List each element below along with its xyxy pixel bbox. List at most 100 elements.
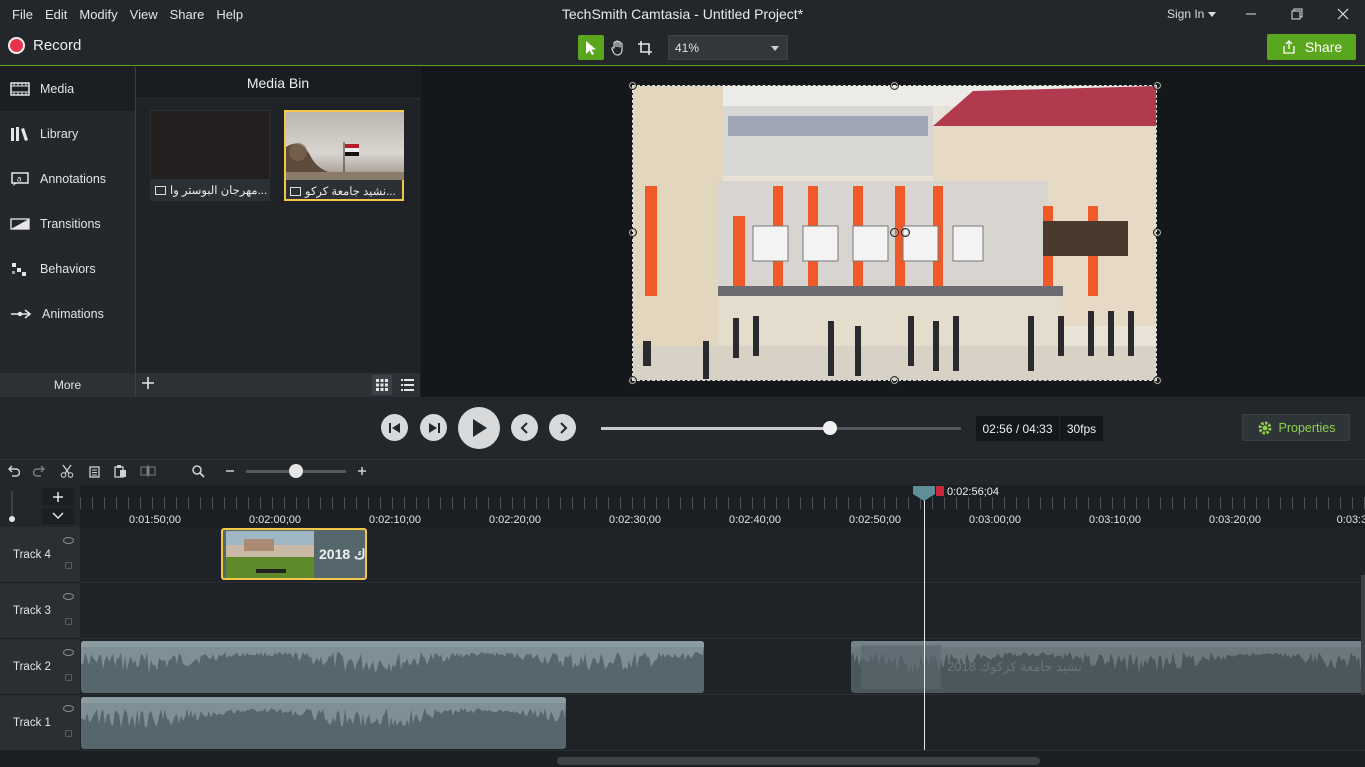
- track-height-slider[interactable]: [9, 491, 15, 523]
- plus-icon: [53, 492, 63, 502]
- sidebar-item-library[interactable]: Library: [0, 112, 135, 156]
- resize-handle[interactable]: [628, 376, 637, 385]
- select-tool-button[interactable]: [578, 35, 604, 60]
- resize-handle[interactable]: [628, 228, 637, 237]
- add-track-button[interactable]: [42, 488, 74, 506]
- add-media-button[interactable]: [138, 374, 158, 396]
- sidebar-item-transitions[interactable]: Transitions: [0, 202, 135, 246]
- playback-scrubber-handle[interactable]: [823, 421, 837, 435]
- resize-handle[interactable]: [1153, 228, 1162, 237]
- media-caption-text: مهرجان البوستر وا...: [170, 185, 268, 197]
- video-clip-track4[interactable]: 2018 ك: [221, 528, 367, 580]
- menu-edit[interactable]: Edit: [39, 7, 73, 22]
- paste-button[interactable]: [111, 462, 129, 480]
- ruler-tick-label: 0:03:10;00: [1089, 514, 1141, 526]
- zoom-out-button[interactable]: [221, 462, 239, 480]
- plus-icon: [358, 467, 366, 475]
- menu-file[interactable]: File: [6, 7, 39, 22]
- sidebar-item-annotations[interactable]: a Annotations: [0, 157, 135, 201]
- track-options-button[interactable]: [42, 508, 74, 524]
- step-forward-button[interactable]: [420, 414, 447, 441]
- play-button[interactable]: [458, 407, 500, 449]
- timeline-zoom-handle[interactable]: [289, 464, 303, 478]
- menu-modify[interactable]: Modify: [73, 7, 123, 22]
- timeline-vertical-scrollbar[interactable]: [1361, 575, 1365, 695]
- pan-tool-button[interactable]: [605, 35, 631, 60]
- media-item-selected[interactable]: نشيد جامعة كركو...: [284, 110, 404, 201]
- eye-icon[interactable]: [63, 593, 74, 600]
- redo-button[interactable]: [31, 462, 49, 480]
- resize-handle[interactable]: [1153, 376, 1162, 385]
- sidebar-item-media[interactable]: Media: [0, 67, 135, 111]
- menu-help[interactable]: Help: [210, 7, 249, 22]
- resize-handle[interactable]: [1153, 81, 1162, 90]
- center-handle[interactable]: [901, 228, 910, 237]
- record-button[interactable]: Record: [8, 37, 81, 54]
- video-file-icon: [290, 186, 301, 196]
- menu-share[interactable]: Share: [164, 7, 211, 22]
- track-header-4[interactable]: Track 4: [0, 527, 80, 583]
- eye-icon[interactable]: [63, 649, 74, 656]
- properties-button[interactable]: Properties: [1242, 414, 1350, 441]
- zoom-in-button[interactable]: [353, 462, 371, 480]
- media-caption: مهرجان البوستر وا...: [151, 180, 269, 200]
- share-label: Share: [1304, 39, 1343, 55]
- audio-clip-track2[interactable]: [81, 641, 704, 693]
- rotate-handle[interactable]: [890, 228, 899, 237]
- sign-in-menu[interactable]: Sign In: [1167, 7, 1217, 21]
- restore-button[interactable]: [1274, 0, 1320, 28]
- sidebar-item-label: Annotations: [40, 172, 107, 186]
- track-header-3[interactable]: Track 3: [0, 583, 80, 639]
- share-button[interactable]: Share: [1267, 34, 1356, 60]
- resize-handle[interactable]: [890, 376, 899, 385]
- lock-icon[interactable]: [65, 562, 72, 569]
- track-height-icon: [9, 491, 15, 522]
- ruler-tick-label: 0:01:50;00: [129, 514, 181, 526]
- more-tools-button[interactable]: More: [0, 373, 135, 397]
- resize-handle[interactable]: [628, 81, 637, 90]
- minimize-button[interactable]: [1228, 0, 1274, 28]
- sidebar-item-label: Media: [40, 82, 75, 96]
- next-marker-button[interactable]: [549, 414, 576, 441]
- clip-thumbnail-ghost: [861, 645, 941, 689]
- copy-button[interactable]: [85, 462, 103, 480]
- sidebar-item-label: Transitions: [40, 217, 101, 231]
- playback-progress: [601, 427, 830, 430]
- crop-tool-button[interactable]: [632, 35, 658, 60]
- sidebar-item-animations[interactable]: Animations: [0, 292, 135, 336]
- previous-marker-button[interactable]: [511, 414, 538, 441]
- grid-icon: [376, 379, 388, 391]
- audio-clip-track2-b[interactable]: نشيد جامعة كركوك 2018: [851, 641, 1365, 693]
- lock-icon[interactable]: [65, 618, 72, 625]
- lock-icon[interactable]: [65, 674, 72, 681]
- close-button[interactable]: [1320, 0, 1365, 28]
- tools-sidebar: Media Library a Annotations Transitions …: [0, 67, 135, 373]
- track-header-2[interactable]: Track 2: [0, 639, 80, 695]
- playhead-handle[interactable]: [904, 484, 944, 502]
- ruler-tick-label: 0:03:00;00: [969, 514, 1021, 526]
- audio-clip-track1[interactable]: [81, 697, 566, 749]
- zoom-to-fit-button[interactable]: [189, 462, 207, 480]
- resize-handle[interactable]: [890, 81, 899, 90]
- clip-title-ghost: نشيد جامعة كركوك 2018: [947, 659, 1082, 674]
- menu-view[interactable]: View: [124, 7, 164, 22]
- clip-title: 2018 ك: [319, 546, 366, 562]
- canvas-zoom-dropdown[interactable]: 41%: [668, 35, 788, 60]
- eye-icon[interactable]: [63, 537, 74, 544]
- track-controls-header: [0, 485, 80, 527]
- cut-button[interactable]: [58, 462, 76, 480]
- restore-icon: [1291, 8, 1303, 20]
- track-row-3[interactable]: [80, 583, 1365, 639]
- sidebar-item-behaviors[interactable]: Behaviors: [0, 247, 135, 291]
- list-view-button[interactable]: [397, 375, 417, 395]
- media-item[interactable]: مهرجان البوستر وا...: [150, 110, 270, 201]
- undo-button[interactable]: [4, 462, 22, 480]
- scrollbar-thumb[interactable]: [557, 757, 1040, 765]
- step-back-button[interactable]: [381, 414, 408, 441]
- eye-icon[interactable]: [63, 705, 74, 712]
- split-icon: [140, 465, 156, 477]
- grid-view-button[interactable]: [372, 375, 392, 395]
- track-header-1[interactable]: Track 1: [0, 695, 80, 751]
- split-button[interactable]: [139, 462, 157, 480]
- lock-icon[interactable]: [65, 730, 72, 737]
